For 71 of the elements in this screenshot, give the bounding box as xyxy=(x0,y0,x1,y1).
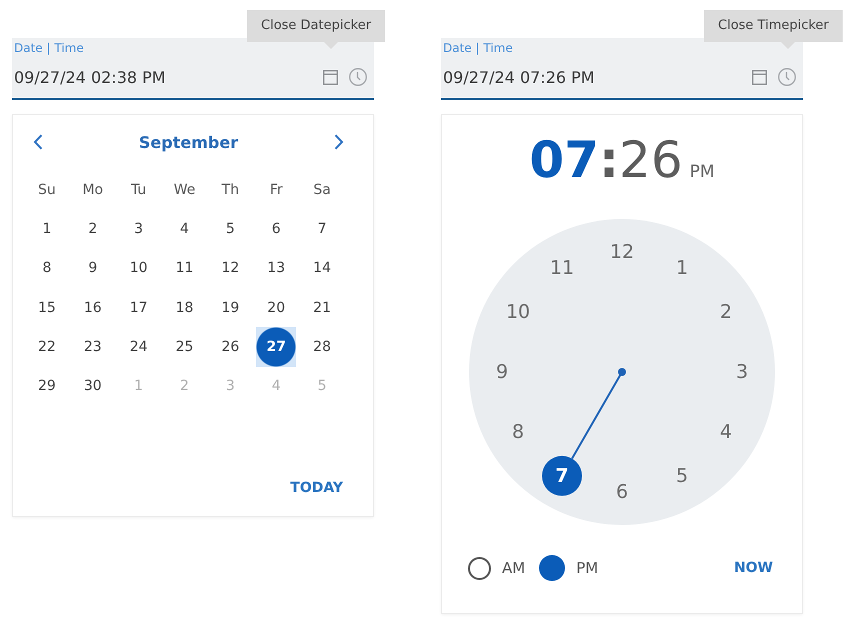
calendar-day[interactable]: 1 xyxy=(36,218,58,239)
hour-option[interactable]: 7 xyxy=(542,456,582,496)
time-separator: : xyxy=(599,132,620,188)
today-button[interactable]: TODAY xyxy=(290,480,343,496)
calendar-day[interactable]: 6 xyxy=(265,218,288,239)
calendar-day[interactable]: 19 xyxy=(219,298,242,318)
calendar-day[interactable]: 8 xyxy=(36,258,58,278)
hour-option[interactable]: 8 xyxy=(512,421,524,443)
clock-hand[interactable] xyxy=(571,368,626,460)
radio-indicator[interactable] xyxy=(468,556,491,580)
chevron-left-icon[interactable] xyxy=(33,134,43,150)
calendar-day[interactable]: 7 xyxy=(311,218,334,239)
hour-option[interactable]: 5 xyxy=(676,464,688,487)
minute-display[interactable]: 26 xyxy=(619,132,683,188)
calendar-day[interactable]: 18 xyxy=(174,298,196,318)
calendar-day[interactable]: 28 xyxy=(311,336,334,357)
radio-indicator[interactable] xyxy=(539,555,566,581)
hour-option[interactable]: 1 xyxy=(676,257,688,280)
hour-option[interactable]: 4 xyxy=(720,421,732,443)
calendar-day[interactable]: 20 xyxy=(265,298,288,318)
weekday-label: Su xyxy=(38,182,56,198)
calendar-day[interactable]: 13 xyxy=(265,258,288,278)
calendar-day[interactable]: 30 xyxy=(82,376,104,396)
date-time-field[interactable]: Date | Time 09/27/24 02:38 PM xyxy=(12,38,374,100)
date-time-input[interactable]: 09/27/24 07:26 PM xyxy=(443,68,752,86)
calendar-day[interactable]: 15 xyxy=(36,298,58,318)
field-label: Date | Time xyxy=(14,41,84,56)
weekday-label: Fr xyxy=(270,182,283,198)
calendar-day[interactable]: 9 xyxy=(82,258,104,278)
weekday-label: Mo xyxy=(82,182,104,198)
hour-option[interactable]: 11 xyxy=(550,257,574,280)
calendar-day[interactable]: 4 xyxy=(174,218,196,239)
calendar-day[interactable]: 14 xyxy=(311,258,334,278)
calendar-day[interactable]: 27 xyxy=(256,326,296,367)
hour-option[interactable]: 6 xyxy=(616,481,628,503)
calendar-day[interactable]: 22 xyxy=(36,336,58,357)
calendar-day[interactable]: 10 xyxy=(128,258,150,278)
hour-display[interactable]: 07 xyxy=(529,132,600,188)
field-label: Date | Time xyxy=(443,41,513,56)
weekday-label: We xyxy=(174,182,196,198)
calendar-day[interactable]: 5 xyxy=(219,218,242,239)
calendar-day[interactable]: 2 xyxy=(82,218,104,239)
calendar-day[interactable]: 3 xyxy=(128,218,150,239)
hour-option[interactable]: 9 xyxy=(496,361,508,383)
hour-option[interactable]: 2 xyxy=(720,301,732,323)
hour-option[interactable]: 12 xyxy=(610,241,634,263)
calendar-day[interactable]: 21 xyxy=(311,298,334,318)
calendar-icon[interactable] xyxy=(323,70,338,84)
calendar-day[interactable]: 26 xyxy=(219,336,242,357)
month-title: September xyxy=(138,132,238,152)
period-label[interactable]: AM xyxy=(502,559,526,577)
calendar-day[interactable]: 11 xyxy=(174,258,196,278)
weekday-label: Th xyxy=(222,182,240,198)
calendar-day[interactable]: 17 xyxy=(128,298,150,318)
calendar-day[interactable]: 12 xyxy=(219,258,242,278)
now-button[interactable]: NOW xyxy=(734,560,773,576)
calendar-day[interactable]: 25 xyxy=(174,336,196,357)
period-display: PM xyxy=(690,161,715,184)
calendar-icon[interactable] xyxy=(752,70,767,84)
calendar-day[interactable]: 24 xyxy=(128,336,150,357)
hour-option[interactable]: 3 xyxy=(736,361,748,383)
calendar-day[interactable]: 16 xyxy=(82,298,104,318)
weekday-label: Tu xyxy=(130,182,146,198)
hour-option[interactable]: 10 xyxy=(506,301,530,323)
chevron-right-icon[interactable] xyxy=(334,134,344,150)
weekday-label: Sa xyxy=(313,182,331,198)
date-time-field[interactable]: Date | Time 09/27/24 07:26 PM xyxy=(441,38,803,100)
date-time-input[interactable]: 09/27/24 02:38 PM xyxy=(14,68,323,86)
calendar-day[interactable]: 29 xyxy=(36,376,58,396)
period-label[interactable]: PM xyxy=(576,559,598,577)
calendar-day[interactable]: 23 xyxy=(82,336,104,357)
